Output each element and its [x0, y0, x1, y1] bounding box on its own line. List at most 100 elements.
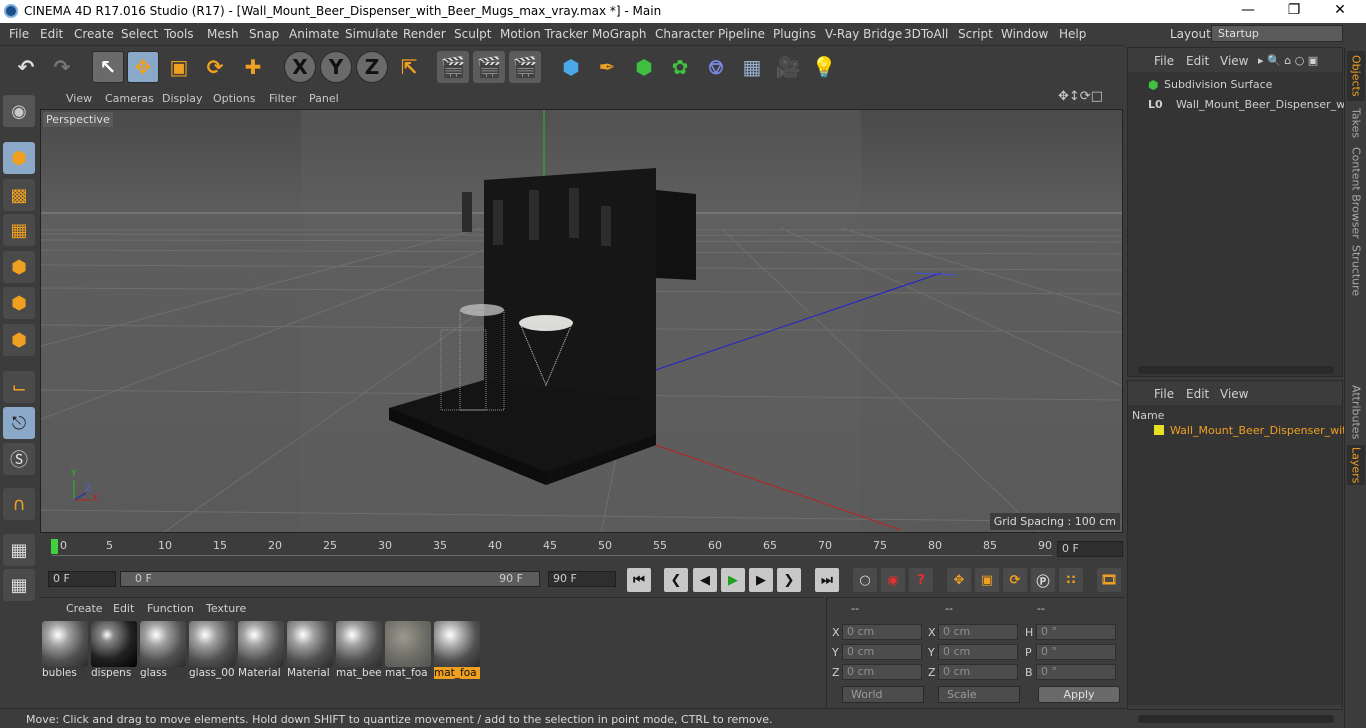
layout-select[interactable]: Startup — [1211, 25, 1343, 42]
menu-help[interactable]: Help — [1059, 27, 1086, 41]
subdivision-surface-button[interactable]: ⬢ — [628, 51, 660, 83]
light-button[interactable]: 💡 — [808, 51, 840, 83]
rotation-p-field[interactable]: 0 ° — [1036, 644, 1116, 660]
layers-scrollbar[interactable] — [1138, 715, 1334, 723]
key-pla-button[interactable]: ∷ — [1059, 568, 1083, 592]
layers-menu-view[interactable]: View — [1220, 387, 1248, 401]
transform-type-select[interactable]: Scale — [938, 686, 1020, 703]
tab-objects[interactable]: Objects — [1347, 51, 1365, 101]
undo-button[interactable]: ↶ — [10, 51, 42, 83]
workplane-rotate-button[interactable]: ▦ — [3, 569, 35, 601]
frame-range-slider[interactable]: 0 F 90 F — [120, 571, 540, 587]
axis-z-button[interactable]: Z — [356, 51, 388, 83]
objects-menu-view[interactable]: View — [1220, 54, 1248, 68]
keyframe-selection-button[interactable]: ? — [909, 568, 933, 592]
previous-frame-button[interactable]: ◀ — [693, 568, 717, 592]
edges-mode-button[interactable]: ⬢ — [3, 287, 35, 319]
rotation-h-field[interactable]: 0 ° — [1036, 624, 1116, 640]
menu-mesh[interactable]: Mesh — [207, 27, 239, 41]
menu-vray-bridge[interactable]: V-Ray Bridge — [825, 27, 902, 41]
autokey-button[interactable]: ◉ — [881, 568, 905, 592]
rotate-tool-button[interactable]: ⟳ — [199, 51, 231, 83]
material-swatch-selected[interactable]: mat_foa — [434, 621, 480, 679]
objects-menu-file[interactable]: File — [1154, 54, 1174, 68]
tab-layers[interactable]: Layers — [1347, 445, 1365, 485]
menu-snap[interactable]: Snap — [249, 27, 279, 41]
material-swatch[interactable]: mat_foa — [385, 621, 431, 679]
material-swatch[interactable]: Material — [287, 621, 333, 679]
tab-takes[interactable]: Takes — [1347, 105, 1365, 141]
go-to-start-button[interactable]: ⏮ — [627, 568, 651, 592]
key-position-button[interactable]: ✥ — [947, 568, 971, 592]
menu-3dtoall[interactable]: 3DToAll — [904, 27, 948, 41]
size-x-field[interactable]: 0 cm — [938, 624, 1018, 640]
position-z-field[interactable]: 0 cm — [842, 664, 922, 680]
menu-create[interactable]: Create — [74, 27, 114, 41]
cloner-button[interactable]: ✿ — [664, 51, 696, 83]
scale-tool-button[interactable]: ▣ — [163, 51, 195, 83]
coordinate-system-button[interactable]: ⇱ — [393, 51, 425, 83]
timeline-window-button[interactable]: 🎞 — [1097, 568, 1121, 592]
menu-sculpt[interactable]: Sculpt — [454, 27, 491, 41]
play-button[interactable]: ▶ — [721, 568, 745, 592]
polygons-mode-button[interactable]: ⬢ — [3, 324, 35, 356]
material-swatch[interactable]: Material — [238, 621, 284, 679]
workplane-mode-button[interactable]: ▦ — [3, 214, 35, 246]
playhead[interactable] — [51, 539, 58, 554]
axis-mode-button[interactable]: ⌙ — [3, 371, 35, 403]
objects-scrollbar[interactable] — [1138, 366, 1334, 374]
camera-button[interactable]: 🎥 — [772, 51, 804, 83]
axis-x-button[interactable]: X — [284, 51, 316, 83]
menu-file[interactable]: File — [9, 27, 29, 41]
maximize-icon[interactable]: ❐ — [1274, 2, 1314, 18]
viewport-menu-options[interactable]: Options — [213, 92, 255, 105]
menu-pipeline[interactable]: Pipeline — [718, 27, 765, 41]
menu-simulate[interactable]: Simulate — [345, 27, 398, 41]
material-swatch[interactable]: glass — [140, 621, 186, 679]
material-swatch[interactable]: dispens — [91, 621, 137, 679]
texture-mode-button[interactable]: ▩ — [3, 179, 35, 211]
menu-animate[interactable]: Animate — [289, 27, 339, 41]
menu-render[interactable]: Render — [403, 27, 446, 41]
render-picture-viewer-button[interactable]: 🎬 — [473, 51, 505, 83]
start-frame-field[interactable]: 0 F — [48, 571, 116, 587]
tab-content-browser[interactable]: Content Browser — [1347, 145, 1365, 241]
redo-button[interactable]: ↷ — [46, 51, 78, 83]
previous-key-button[interactable]: ❮ — [664, 568, 688, 592]
viewport-menu-cameras[interactable]: Cameras — [105, 92, 154, 105]
position-x-field[interactable]: 0 cm — [842, 624, 922, 640]
timeline[interactable]: 0 5 10 15 20 25 30 35 40 45 50 55 60 65 … — [40, 535, 1125, 567]
size-z-field[interactable]: 0 cm — [938, 664, 1018, 680]
render-settings-button[interactable]: 🎬 — [509, 51, 541, 83]
position-y-field[interactable]: 0 cm — [842, 644, 922, 660]
material-menu-function[interactable]: Function — [147, 602, 194, 615]
record-key-button[interactable]: ○ — [853, 568, 877, 592]
viewport-menu-display[interactable]: Display — [162, 92, 203, 105]
next-frame-button[interactable]: ▶ — [749, 568, 773, 592]
viewport-nav-icons[interactable]: ✥↕⟳□ — [1058, 89, 1103, 104]
key-rotation-button[interactable]: ⟳ — [1003, 568, 1027, 592]
menu-window[interactable]: Window — [1001, 27, 1048, 41]
model-mode-button[interactable]: ⬢ — [3, 142, 35, 174]
make-editable-button[interactable]: ◉ — [3, 95, 35, 127]
size-y-field[interactable]: 0 cm — [938, 644, 1018, 660]
go-to-end-button[interactable]: ⏭ — [815, 568, 839, 592]
snap-button[interactable]: Ⓢ — [3, 443, 35, 475]
material-swatch[interactable]: glass_00 — [189, 621, 235, 679]
end-frame-field[interactable]: 90 F — [548, 571, 616, 587]
menu-edit[interactable]: Edit — [40, 27, 63, 41]
rotation-b-field[interactable]: 0 ° — [1036, 664, 1116, 680]
layer-color-swatch[interactable] — [1154, 425, 1164, 435]
lock-workplane-button[interactable]: ▦ — [3, 534, 35, 566]
layers-menu-file[interactable]: File — [1154, 387, 1174, 401]
pen-spline-button[interactable]: ✒ — [591, 51, 623, 83]
move-tool-button[interactable]: ✥ — [127, 51, 159, 83]
points-mode-button[interactable]: ⬢ — [3, 251, 35, 283]
layers-menu-edit[interactable]: Edit — [1186, 387, 1209, 401]
current-frame-field[interactable]: 0 F — [1057, 541, 1123, 557]
next-key-button[interactable]: ❯ — [777, 568, 801, 592]
menu-mograph[interactable]: MoGraph — [592, 27, 647, 41]
tree-item-subdivision-surface[interactable]: Subdivision Surface — [1164, 78, 1272, 91]
tab-attributes[interactable]: Attributes — [1347, 383, 1365, 441]
menu-script[interactable]: Script — [958, 27, 993, 41]
